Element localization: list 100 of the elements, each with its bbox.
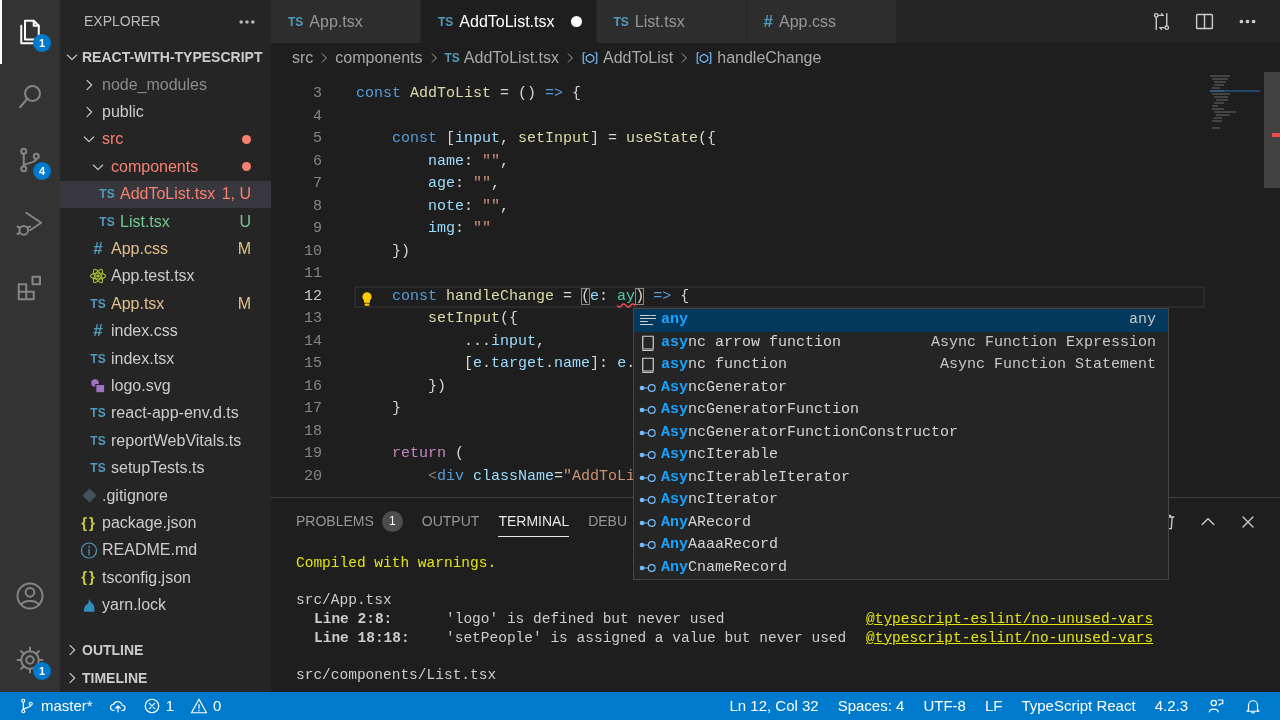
- file-item[interactable]: TS reportWebVitals.ts: [60, 427, 271, 455]
- file-name: index.css: [111, 321, 179, 342]
- file-item[interactable]: logo.svg: [60, 372, 271, 400]
- lint-rule-link[interactable]: @typescript-eslint/no-unused-vars: [866, 610, 1154, 629]
- file-item[interactable]: TS react-app-env.d.ts: [60, 399, 271, 428]
- file-item[interactable]: TS List.tsx U: [60, 207, 271, 236]
- file-item[interactable]: yarn.lock: [60, 591, 271, 619]
- file-name: components: [111, 156, 200, 177]
- suggestion-item[interactable]: AsyncIterator: [634, 489, 1168, 512]
- activity-button[interactable]: 4: [0, 128, 60, 192]
- file-item[interactable]: {} tsconfig.json: [60, 564, 271, 592]
- breadcrumb-item[interactable]: components: [335, 45, 423, 70]
- git-status: 1, U: [221, 184, 251, 205]
- file-item[interactable]: {} package.json: [60, 509, 271, 537]
- breadcrumb-item[interactable]: src: [292, 45, 314, 70]
- activity-button[interactable]: 1: [0, 628, 60, 692]
- breadcrumb-item[interactable]: handleChange: [717, 45, 822, 70]
- line-number: 12: [303, 286, 322, 307]
- file-name: App.tsx: [111, 293, 166, 314]
- breadcrumb-item[interactable]: AddToList: [603, 45, 674, 70]
- file-item[interactable]: App.test.tsx: [60, 262, 271, 291]
- status-dot: [242, 134, 251, 144]
- file-item[interactable]: .gitignore: [60, 481, 271, 510]
- editor-tab[interactable]: # App.css: [746, 0, 897, 43]
- breadcrumb-item[interactable]: AddToList.tsx: [463, 45, 559, 70]
- suggestion-item[interactable]: AnyCnameRecord: [634, 556, 1168, 579]
- lint-rule-link[interactable]: @typescript-eslint/no-unused-vars: [866, 628, 1154, 648]
- editor-tab[interactable]: TS List.tsx: [596, 0, 747, 43]
- panel-tab[interactable]: OUTPUT: [421, 506, 480, 537]
- file-item[interactable]: # index.css: [60, 317, 271, 345]
- status-item[interactable]: 0: [190, 694, 222, 718]
- line-number: 11: [303, 264, 322, 284]
- split-icon[interactable]: [1194, 11, 1215, 32]
- panel-tab[interactable]: PROBLEMS 1: [296, 506, 403, 537]
- terminal-text: src/App.tsx: [296, 591, 392, 611]
- branch-icon: [18, 697, 36, 715]
- suggestion-item[interactable]: async arrow function Async Function Expression: [634, 331, 1168, 354]
- folder-item[interactable]: components: [60, 153, 271, 181]
- git-status: U: [239, 211, 251, 232]
- status-item[interactable]: UTF-8: [923, 694, 966, 718]
- section-header[interactable]: REACT-WITH-TYPESCRIPT: [60, 43, 271, 71]
- code-line: }): [391, 241, 410, 262]
- line-number: 3: [312, 84, 322, 104]
- suggestion-item[interactable]: AnyARecord: [634, 511, 1168, 534]
- suggestion-label: async arrow function: [661, 332, 842, 353]
- count-badge: 1: [381, 510, 403, 532]
- section-header[interactable]: OUTLINE: [60, 636, 271, 664]
- bell-icon[interactable]: [1244, 697, 1262, 715]
- diamond-icon: [80, 487, 98, 505]
- suggestion-item[interactable]: AsyncGenerator: [634, 376, 1168, 399]
- braces-icon: {}: [81, 566, 97, 589]
- suggestion-label: AsyncIterable: [661, 445, 779, 465]
- file-item[interactable]: TS index.tsx: [60, 344, 271, 373]
- ts-file-icon: TS: [90, 431, 106, 450]
- sidebar-title: EXPLORER: [84, 12, 161, 31]
- feedback-icon[interactable]: [1207, 697, 1225, 715]
- status-item[interactable]: 1: [142, 694, 175, 718]
- shapes-icon: [89, 377, 107, 395]
- file-item[interactable]: TS setupTests.ts: [60, 454, 271, 482]
- status-item[interactable]: 4.2.3: [1154, 694, 1188, 718]
- folder-item[interactable]: public: [60, 98, 271, 126]
- line-number: 4: [312, 106, 322, 127]
- panel-tab[interactable]: TERMINAL: [498, 506, 570, 537]
- compare-icon[interactable]: [1151, 11, 1172, 32]
- suggestion-label: async function: [661, 355, 788, 375]
- file-item[interactable]: TS AddToList.tsx 1, U: [60, 180, 271, 208]
- folder-item[interactable]: src: [60, 125, 271, 154]
- suggestion-item[interactable]: AsyncGeneratorFunctionConstructor: [634, 421, 1168, 444]
- code-line: note: "",: [427, 196, 510, 217]
- panel-tab[interactable]: DEBU: [588, 506, 628, 537]
- suggestion-item[interactable]: AsyncIterableIterator: [634, 466, 1168, 489]
- suggestion-item[interactable]: AsyncIterable: [634, 444, 1168, 467]
- editor-tab[interactable]: TS AddToList.tsx: [421, 0, 597, 43]
- activity-button[interactable]: 1: [0, 0, 60, 64]
- section-header[interactable]: TIMELINE: [60, 664, 271, 692]
- status-item[interactable]: TypeScript React: [1021, 694, 1136, 718]
- line-number: 7: [312, 174, 322, 194]
- suggestion-item[interactable]: any any: [634, 309, 1168, 332]
- editor-tab[interactable]: TS App.tsx: [271, 0, 421, 43]
- file-item[interactable]: TS App.tsx M: [60, 290, 271, 318]
- file-name: App.test.tsx: [111, 266, 196, 287]
- suggestion-item[interactable]: AnyAaaaRecord: [634, 534, 1168, 557]
- file-name: README.md: [102, 540, 199, 561]
- suggestion-item[interactable]: AsyncGeneratorFunction: [634, 399, 1168, 422]
- code-line: name: "",: [427, 151, 510, 172]
- folder-item[interactable]: node_modules: [60, 71, 271, 99]
- hash-icon: #: [93, 236, 103, 262]
- status-item[interactable]: Spaces: 4: [837, 694, 905, 718]
- suggestion-item[interactable]: async function Async Function Statement: [634, 354, 1168, 377]
- line-number: 13: [303, 309, 322, 329]
- file-item[interactable]: README.md: [60, 536, 271, 565]
- code-line: }): [427, 376, 446, 397]
- status-item[interactable]: LF: [984, 694, 1003, 718]
- suggestion-detail: any: [1129, 310, 1156, 330]
- ts-file-icon: TS: [438, 12, 454, 31]
- status-item[interactable]: master*: [18, 694, 93, 718]
- file-name: AddToList.tsx: [120, 184, 217, 205]
- file-item[interactable]: # App.css M: [60, 235, 271, 263]
- code-line: age: "",: [427, 174, 501, 194]
- status-item[interactable]: Ln 12, Col 32: [729, 694, 819, 718]
